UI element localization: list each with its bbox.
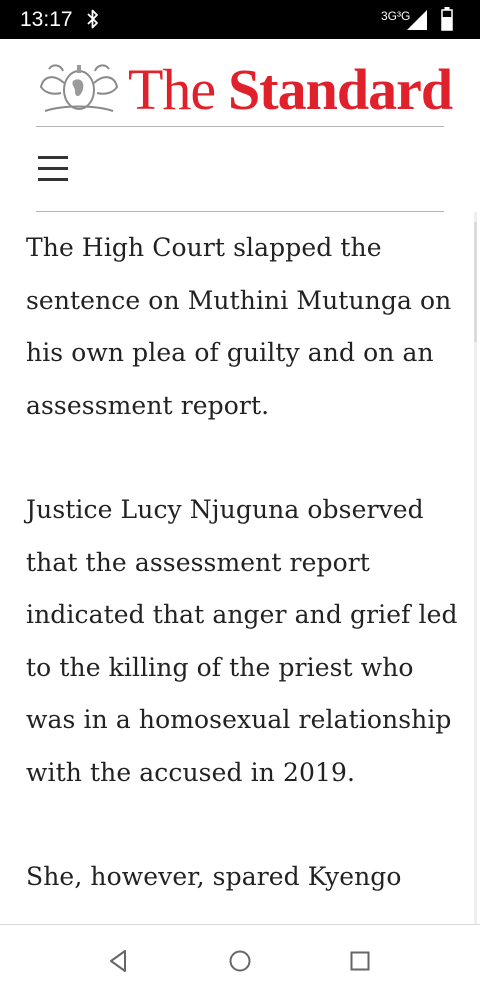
back-triangle-icon[interactable] — [105, 947, 133, 975]
article-paragraph: She, however, spared Kyengo — [26, 862, 402, 891]
signal-icon — [407, 10, 427, 30]
crest-logo — [39, 64, 119, 112]
brand-name-bold: Standard — [228, 57, 453, 122]
status-bar: 13:17 3G³G — [0, 0, 480, 39]
battery-icon — [441, 7, 453, 31]
scrollbar-thumb[interactable] — [474, 222, 477, 342]
system-navigation-bar — [0, 924, 480, 997]
bluetooth-icon — [87, 9, 98, 29]
menu-button[interactable] — [36, 152, 70, 186]
header-divider-top — [36, 126, 444, 127]
site-masthead[interactable]: The Standard — [0, 39, 480, 127]
article-paragraph: The High Court slapped the sentence on M… — [26, 233, 452, 420]
article-paragraph: Justice Lucy Njuguna observed that the a… — [26, 495, 458, 787]
brand-name-light: The — [128, 57, 216, 122]
recents-square-icon[interactable] — [346, 947, 374, 975]
article-text: The High Court slapped the sentence on M… — [26, 222, 466, 924]
hamburger-menu-icon — [38, 156, 68, 159]
status-time: 13:17 — [20, 8, 73, 31]
article-body[interactable]: The High Court slapped the sentence on M… — [0, 212, 480, 924]
home-circle-icon[interactable] — [226, 947, 254, 975]
